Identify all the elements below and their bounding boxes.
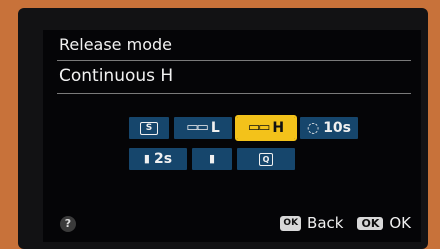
menu-title: Release mode bbox=[59, 35, 172, 54]
quiet-shutter-icon: Q bbox=[259, 152, 273, 166]
option-label: 10s bbox=[323, 120, 352, 136]
option-label: H bbox=[272, 120, 285, 136]
option-quiet-shutter[interactable]: Q bbox=[237, 148, 295, 170]
value-divider bbox=[57, 93, 411, 94]
title-divider bbox=[57, 60, 411, 61]
continuous-icon: ▭▭ bbox=[186, 120, 209, 135]
self-timer-icon: ◌ bbox=[306, 120, 320, 136]
continuous-icon: ▭▭ bbox=[247, 120, 271, 135]
footer-controls: OK Back OK OK bbox=[280, 214, 411, 232]
back-button[interactable]: Back bbox=[307, 214, 343, 232]
camera-lcd-screen: Release mode Continuous H S ▭▭ L ▭▭ H ◌ … bbox=[43, 30, 421, 242]
option-continuous-high[interactable]: ▭▭ H bbox=[235, 115, 297, 141]
multi-selector-icon: OK bbox=[280, 215, 302, 231]
current-value: Continuous H bbox=[59, 66, 174, 86]
help-icon[interactable]: ? bbox=[60, 216, 76, 232]
option-label: 2s bbox=[153, 151, 173, 167]
single-frame-icon: S bbox=[140, 121, 158, 135]
ok-key-icon: OK bbox=[357, 216, 384, 230]
option-remote-quick[interactable]: ▮ bbox=[192, 148, 232, 170]
option-remote-delay[interactable]: ▮ 2s bbox=[129, 148, 187, 170]
option-self-timer[interactable]: ◌ 10s bbox=[300, 117, 358, 139]
option-label: L bbox=[210, 120, 220, 136]
remote-icon: ▮ bbox=[143, 152, 150, 165]
remote-icon: ▮ bbox=[208, 152, 216, 165]
option-single-frame[interactable]: S bbox=[129, 117, 169, 139]
ok-button[interactable]: OK bbox=[389, 214, 411, 232]
option-continuous-low[interactable]: ▭▭ L bbox=[174, 117, 232, 139]
